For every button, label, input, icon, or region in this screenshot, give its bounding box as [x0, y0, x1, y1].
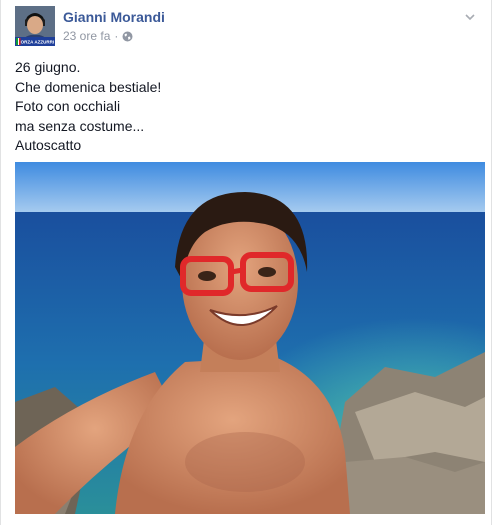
post-meta: 23 ore fa · — [63, 29, 133, 43]
post-line: Che domenica bestiale! — [15, 78, 162, 95]
post-line: ma senza costume... — [15, 117, 145, 134]
timestamp[interactable]: 23 ore fa — [63, 29, 110, 43]
chevron-down-icon[interactable] — [463, 10, 477, 24]
post-line: 26 giugno. — [15, 59, 81, 75]
post-photo[interactable] — [15, 162, 485, 514]
post-text: 26 giugno. Che domenica bestiale! Foto c… — [15, 58, 161, 156]
avatar-badge: FORZA AZZURRI — [18, 40, 54, 45]
post-line: Autoscatto — [15, 137, 82, 153]
globe-icon[interactable] — [122, 31, 133, 42]
post-line: Foto con occhiali — [15, 98, 121, 114]
post-card: FORZA AZZURRI Gianni Morandi 23 ore fa · — [0, 0, 492, 525]
post-header: FORZA AZZURRI Gianni Morandi 23 ore fa · — [15, 6, 477, 48]
avatar[interactable]: FORZA AZZURRI — [15, 6, 55, 46]
author-name[interactable]: Gianni Morandi — [63, 9, 165, 25]
meta-separator: · — [114, 29, 119, 43]
